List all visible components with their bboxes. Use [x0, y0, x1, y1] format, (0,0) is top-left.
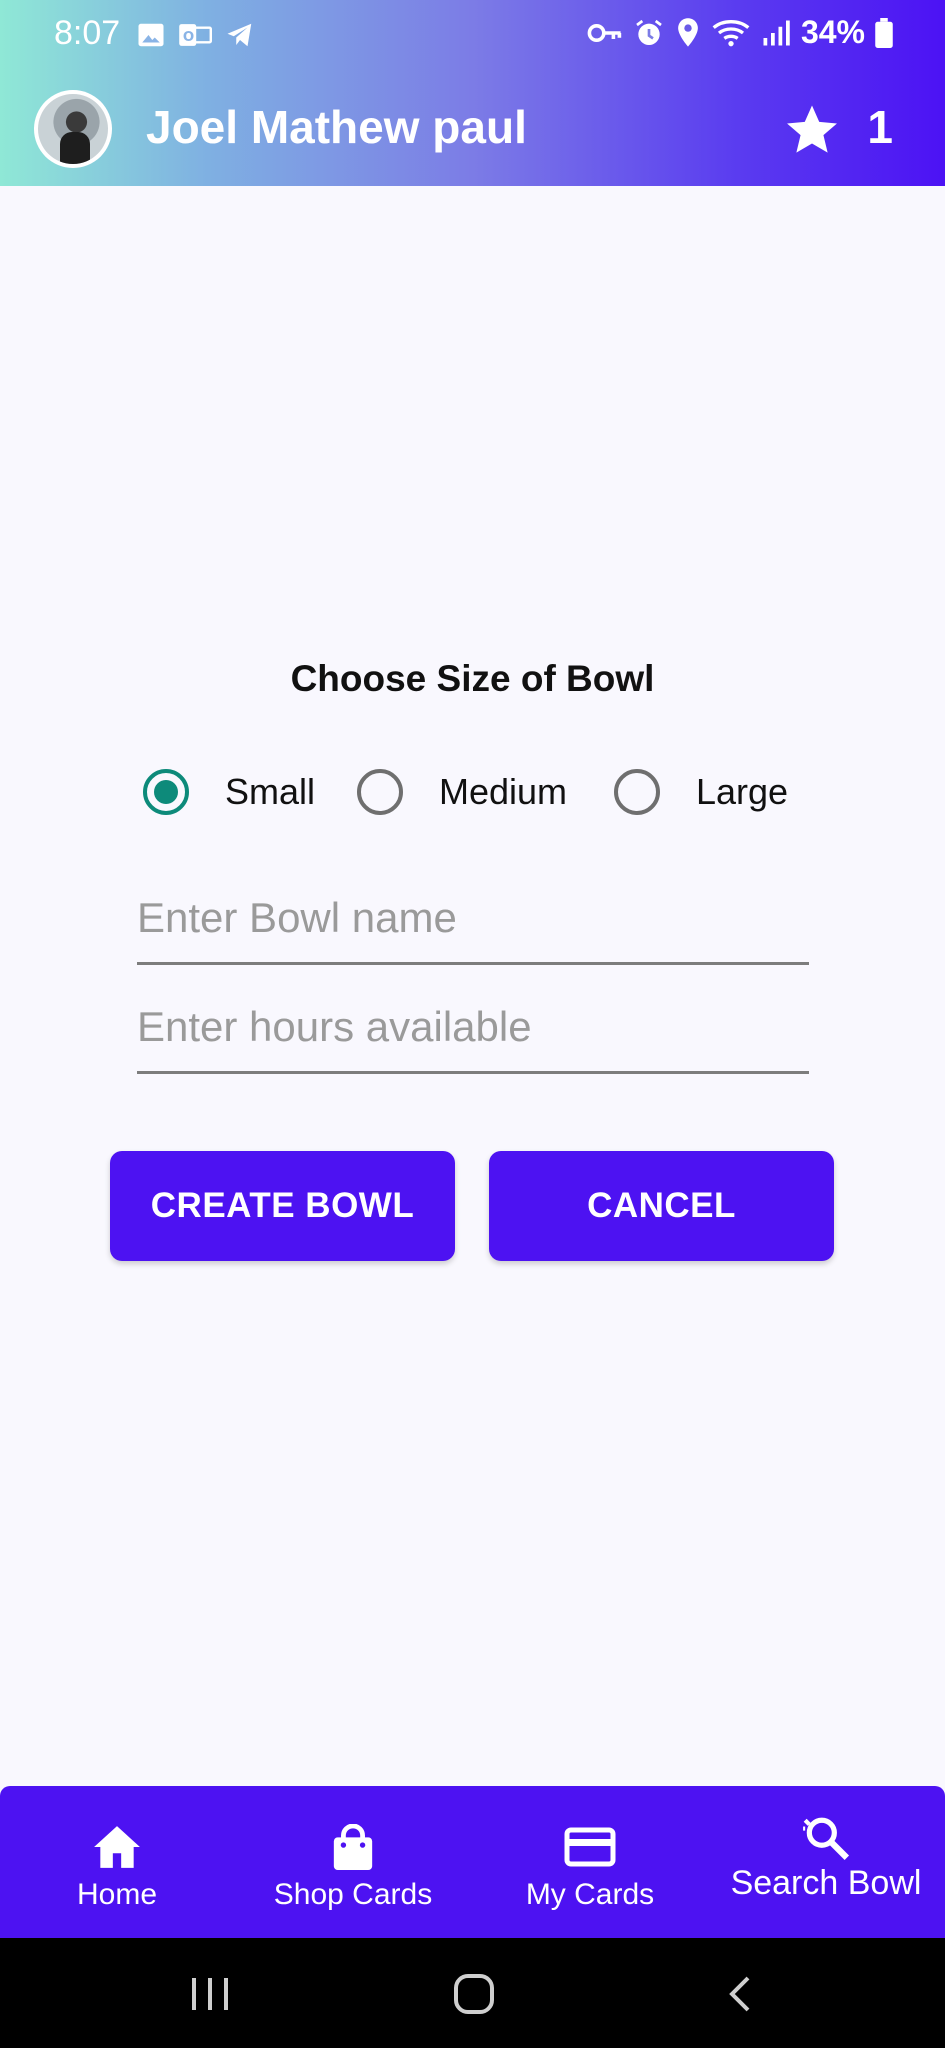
search-bowl-icon	[803, 1817, 850, 1860]
app-header: 8:07 O 34% Joel Mathew paul 1	[0, 0, 945, 186]
telegram-icon	[227, 23, 252, 47]
create-bowl-button[interactable]: CREATE BOWL	[110, 1151, 455, 1261]
notification-icons: O	[136, 20, 256, 50]
shopping-bag-icon	[333, 1824, 373, 1870]
radio-button-medium[interactable]	[357, 769, 403, 815]
bottom-navigation: Home Shop Cards My Cards Search Bowl	[0, 1786, 945, 1938]
radio-label-small: Small	[225, 771, 316, 812]
nav-label-my-cards: My Cards	[525, 1878, 655, 1911]
nav-item-shop-cards[interactable]: Shop Cards	[262, 1786, 444, 1938]
radio-label-large: Large	[696, 771, 789, 812]
user-name: Joel Mathew paul	[146, 101, 527, 153]
form-title: Choose Size of Bowl	[290, 658, 655, 699]
home-button-icon[interactable]	[452, 1974, 496, 2014]
radio-medium[interactable]: Medium	[357, 766, 567, 818]
home-icon	[94, 1826, 140, 1868]
radio-small[interactable]: Small	[143, 766, 315, 818]
cancel-button[interactable]: CANCEL	[489, 1151, 834, 1261]
status-time: 8:07	[54, 14, 121, 52]
system-navigation-bar	[0, 1938, 945, 2048]
radio-large[interactable]: Large	[614, 766, 788, 818]
radio-button-small[interactable]	[143, 769, 189, 815]
avatar[interactable]	[34, 90, 112, 168]
nav-label-search-bowl: Search Bowl	[730, 1864, 922, 1902]
location-icon	[678, 17, 698, 47]
nav-item-search-bowl[interactable]: Search Bowl	[716, 1786, 936, 1938]
outlook-icon: O	[179, 24, 212, 46]
nav-item-my-cards[interactable]: My Cards	[500, 1786, 680, 1938]
wifi-icon	[712, 19, 750, 46]
battery-percentage: 34%	[800, 14, 865, 50]
radio-button-large[interactable]	[614, 769, 660, 815]
gallery-icon	[138, 23, 164, 47]
app-bar: Joel Mathew paul 1	[0, 86, 945, 176]
star-count: 1	[867, 101, 893, 153]
svg-text:O: O	[183, 30, 194, 45]
nav-item-home[interactable]: Home	[36, 1786, 198, 1938]
system-status-icons: 34%	[587, 14, 893, 51]
nav-label-shop-cards: Shop Cards	[273, 1878, 433, 1911]
credit-card-icon	[564, 1827, 616, 1867]
vpn-key-icon	[587, 23, 622, 42]
battery-icon	[875, 17, 893, 48]
back-icon[interactable]	[720, 1974, 760, 2014]
avatar-image	[38, 94, 108, 164]
hours-available-input[interactable]	[137, 992, 809, 1074]
star-icon[interactable]	[783, 102, 841, 158]
nav-label-home: Home	[76, 1878, 158, 1911]
recent-apps-icon[interactable]	[188, 1974, 232, 2014]
alarm-icon	[636, 19, 662, 45]
radio-label-medium: Medium	[439, 771, 568, 812]
signal-icon	[763, 20, 790, 45]
status-bar: 8:07 O 34%	[0, 0, 945, 72]
bowl-name-input[interactable]	[137, 883, 809, 965]
